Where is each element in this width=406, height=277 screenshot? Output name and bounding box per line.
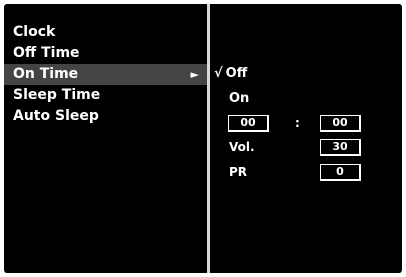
osd-window: Clock Off Time On Time ► Sleep Time Auto… — [4, 4, 402, 273]
menu-list: Clock Off Time On Time ► Sleep Time Auto… — [4, 22, 207, 127]
programme-field[interactable]: 0 — [320, 164, 361, 181]
option-off[interactable]: √ Off — [214, 66, 247, 81]
menu-item-label: Auto Sleep — [13, 108, 99, 124]
main-menu-panel: Clock Off Time On Time ► Sleep Time Auto… — [4, 4, 207, 273]
option-on-label: On — [229, 91, 250, 106]
menu-item-label: On Time — [13, 66, 79, 82]
menu-item-label: Off Time — [13, 45, 80, 61]
menu-item-sleep-time[interactable]: Sleep Time — [4, 85, 207, 106]
programme-label: PR — [229, 165, 248, 179]
checkmark-icon: √ — [214, 66, 223, 81]
hour-field[interactable]: 00 — [228, 115, 269, 132]
menu-item-auto-sleep[interactable]: Auto Sleep — [4, 106, 207, 127]
option-on[interactable]: On — [229, 91, 249, 106]
menu-item-label: Sleep Time — [13, 87, 101, 103]
menu-item-clock[interactable]: Clock — [4, 22, 207, 43]
volume-label: Vol. — [229, 140, 255, 154]
on-time-submenu: √ Off On 00 : 00 Vol. 30 PR 0 — [210, 4, 402, 273]
menu-item-label: Clock — [13, 24, 56, 40]
menu-item-off-time[interactable]: Off Time — [4, 43, 207, 64]
menu-item-on-time[interactable]: On Time ► — [4, 64, 207, 85]
volume-field[interactable]: 30 — [320, 139, 361, 156]
minute-field[interactable]: 00 — [320, 115, 361, 132]
arrow-right-icon: ► — [190, 68, 199, 81]
option-off-label: Off — [225, 66, 248, 81]
time-separator: : — [295, 116, 300, 130]
